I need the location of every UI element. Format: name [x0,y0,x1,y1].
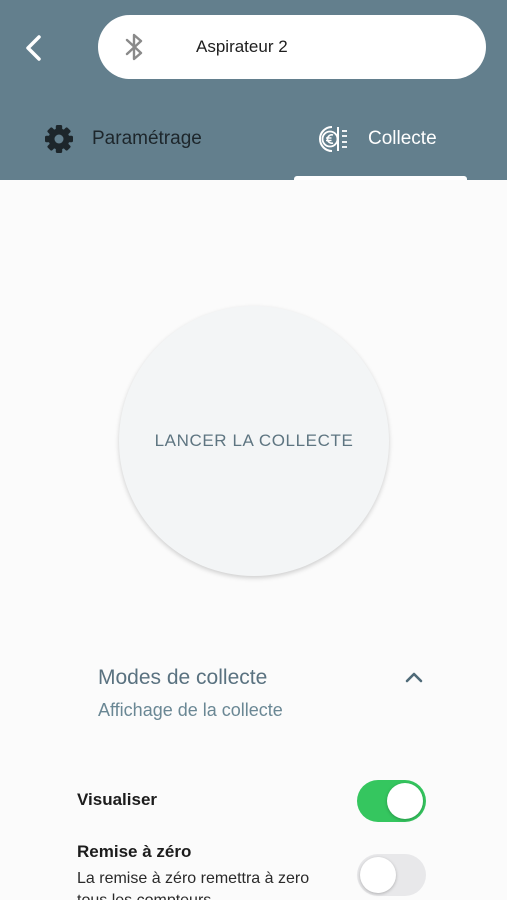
device-selector[interactable]: Aspirateur 2 [98,15,486,79]
launch-collect-button[interactable]: LANCER LA COLLECTE [119,306,389,576]
bluetooth-icon [125,33,143,61]
visualize-toggle[interactable] [357,780,426,822]
reset-description: La remise à zéro remettra à zero tous le… [77,870,310,900]
tab-settings[interactable]: Paramétrage [44,108,202,170]
tab-collect[interactable]: Collecte [316,108,437,170]
chevron-up-icon [405,672,423,683]
launch-collect-label: LANCER LA COLLECTE [154,431,354,450]
tab-settings-label: Paramétrage [92,128,202,149]
reset-label: Remise à zéro [77,842,192,861]
reset-toggle[interactable] [357,854,426,896]
collect-modes-title: Modes de collecte [98,666,268,689]
gear-icon [45,125,73,153]
toggle-knob [387,783,423,819]
tab-collect-label: Collecte [368,128,437,149]
back-button[interactable] [16,28,50,68]
toggle-knob [360,857,396,893]
collect-modes-subtitle: Affichage de la collecte [98,700,283,720]
collect-modes-header[interactable]: Modes de collecte Affichage de la collec… [98,666,428,726]
device-name: Aspirateur 2 [196,37,288,56]
app-header: Aspirateur 2 Paramétrage Collecte [0,0,507,181]
euro-display-icon [319,126,347,152]
chevron-left-icon [26,35,41,61]
visualize-label: Visualiser [77,790,158,809]
